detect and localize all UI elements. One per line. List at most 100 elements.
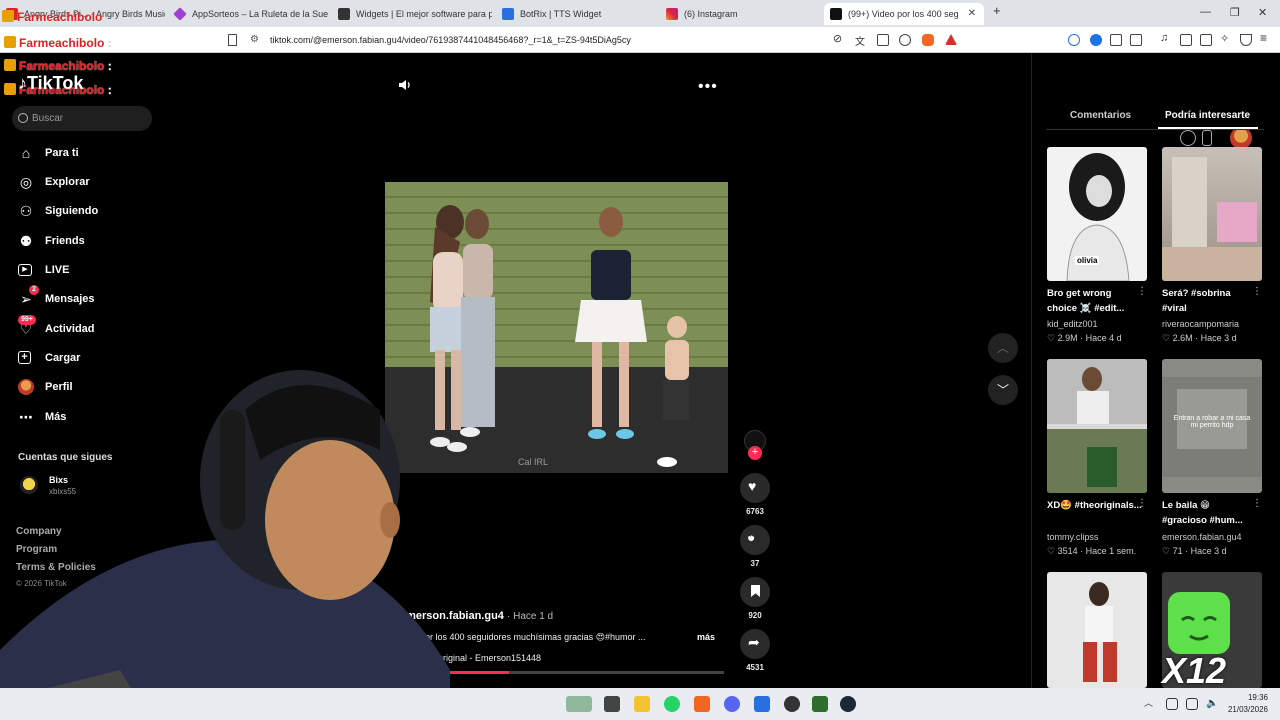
video-thumbnail[interactable]: olivia bbox=[1047, 147, 1147, 281]
card-options-icon[interactable]: ⋮ bbox=[1137, 498, 1147, 509]
minimize-icon[interactable]: — bbox=[1200, 6, 1211, 18]
comment-button[interactable]: ● ••• 37 bbox=[738, 525, 772, 568]
file-explorer-icon[interactable] bbox=[634, 696, 650, 712]
vpn-icon[interactable] bbox=[1240, 34, 1252, 46]
media-icon[interactable]: ♫ bbox=[1160, 32, 1172, 44]
wallet-icon[interactable] bbox=[1200, 34, 1212, 46]
video-progress-bar[interactable] bbox=[448, 671, 724, 674]
card-title[interactable]: XD🤩 #theoriginals... bbox=[1047, 498, 1142, 513]
terminal-icon[interactable] bbox=[812, 696, 828, 712]
volume-tray-icon[interactable]: 🔈 bbox=[1206, 698, 1218, 710]
comment-icon[interactable]: ● ••• bbox=[740, 525, 770, 555]
show-hidden-icons[interactable]: ︿ bbox=[1144, 696, 1154, 712]
more-description-button[interactable]: más bbox=[697, 632, 715, 642]
maximize-icon[interactable]: ❐ bbox=[1230, 6, 1240, 19]
brave-browser-icon[interactable] bbox=[694, 696, 710, 712]
share-arrow-icon[interactable]: ➦ bbox=[740, 629, 770, 659]
heart-icon[interactable]: ♥ bbox=[740, 473, 770, 503]
task-view-icon[interactable] bbox=[604, 696, 620, 712]
like-button[interactable]: ♥ 6763 bbox=[738, 473, 772, 516]
extensions-icon[interactable] bbox=[1110, 34, 1122, 46]
tab-instagram[interactable]: (6) Instagram bbox=[660, 3, 820, 25]
footer-terms-link[interactable]: Terms & Policies bbox=[16, 562, 96, 573]
previous-video-button[interactable]: ︿ bbox=[988, 333, 1018, 363]
card-author[interactable]: emerson.fabian.gu4 bbox=[1162, 532, 1242, 542]
bookmark-icon[interactable] bbox=[228, 34, 237, 46]
save-button[interactable]: 920 bbox=[738, 577, 772, 620]
reader-off-icon[interactable]: ⊘ bbox=[833, 32, 845, 45]
site-settings-icon[interactable]: ⚙ bbox=[250, 30, 259, 50]
leo-ai-icon[interactable]: ✧ bbox=[1220, 32, 1232, 45]
bookmark-icon[interactable] bbox=[740, 577, 770, 607]
avatar[interactable] bbox=[1230, 127, 1252, 149]
nav-item-mensajes[interactable]: ➢ 2 Mensajes bbox=[18, 285, 95, 310]
extension-blue-icon[interactable] bbox=[1090, 34, 1102, 46]
nav-item-mas[interactable]: ⋯ Más bbox=[18, 406, 66, 428]
device-icon[interactable] bbox=[1202, 130, 1212, 146]
whatsapp-icon[interactable] bbox=[664, 696, 680, 712]
tab-botrix[interactable]: BotRix | TTS Widget bbox=[496, 3, 656, 25]
close-window-icon[interactable]: ✕ bbox=[1258, 6, 1267, 19]
video-music[interactable]: original - Emerson151448 bbox=[438, 653, 541, 663]
network-icon[interactable] bbox=[1166, 698, 1178, 710]
card-title[interactable]: Le baila 😁 #gracioso #hum... bbox=[1162, 498, 1257, 528]
share-icon[interactable] bbox=[899, 34, 911, 46]
following-account-name[interactable]: Bixs bbox=[49, 475, 68, 485]
avatar[interactable] bbox=[20, 476, 38, 494]
tab-widgets[interactable]: Widgets | El mejor software para pot bbox=[332, 3, 492, 25]
sidebar-toggle-icon[interactable] bbox=[1180, 34, 1192, 46]
discord-icon[interactable] bbox=[724, 696, 740, 712]
video-thumbnail[interactable] bbox=[1047, 359, 1147, 493]
card-author[interactable]: kid_editz001 bbox=[1047, 319, 1098, 329]
tab-comentarios[interactable]: Comentarios bbox=[1070, 110, 1131, 121]
cast-icon[interactable] bbox=[877, 34, 889, 46]
menu-icon[interactable]: ≡ bbox=[1260, 31, 1272, 45]
extension-box-icon[interactable] bbox=[1130, 34, 1142, 46]
share-button[interactable]: ➦ 4531 bbox=[738, 629, 772, 672]
nav-item-perfil[interactable]: Perfil bbox=[18, 376, 73, 398]
video-thumbnail[interactable] bbox=[1047, 572, 1147, 688]
card-title[interactable]: Bro get wrong choice ☠️ #edit... bbox=[1047, 286, 1142, 316]
volume-icon[interactable] bbox=[398, 78, 412, 92]
widgets-weather-icon[interactable] bbox=[566, 696, 592, 712]
brave-rewards-icon[interactable] bbox=[945, 34, 957, 45]
taskbar-clock[interactable]: 19:36 21/03/2026 bbox=[1228, 692, 1268, 716]
next-video-button[interactable]: ﹀ bbox=[988, 375, 1018, 405]
search-input[interactable]: Buscar bbox=[12, 106, 152, 131]
close-tab-icon[interactable]: ✕ bbox=[968, 3, 976, 25]
nav-item-friends[interactable]: ⚉ Friends bbox=[18, 230, 85, 252]
nav-item-cargar[interactable]: + Cargar bbox=[18, 347, 80, 369]
card-options-icon[interactable]: ⋮ bbox=[1252, 286, 1262, 297]
video-options-icon[interactable]: ••• bbox=[698, 78, 718, 96]
steam-icon[interactable] bbox=[840, 696, 856, 712]
video-thumbnail[interactable] bbox=[1162, 147, 1262, 281]
creator-avatar-button[interactable]: + bbox=[738, 430, 772, 460]
tab-podria-interesarte[interactable]: Podría interesarte bbox=[1165, 110, 1250, 121]
battery-icon[interactable] bbox=[1186, 698, 1198, 710]
obs-icon[interactable] bbox=[784, 696, 800, 712]
extension-audio-icon[interactable] bbox=[1068, 34, 1080, 46]
video-author[interactable]: emerson.fabian.gu4 · Hace 1 d bbox=[400, 610, 553, 622]
footer-company-link[interactable]: Company bbox=[16, 526, 62, 537]
new-tab-button[interactable]: + bbox=[993, 3, 1001, 18]
nav-item-explorar[interactable]: ◎ Explorar bbox=[18, 171, 90, 193]
video-player[interactable]: Cal IRL bbox=[385, 182, 728, 473]
card-title[interactable]: Será? #sobrina #viral bbox=[1162, 286, 1257, 316]
tab-tiktok-active[interactable]: (99+) Video por los 400 seguidores ✕ bbox=[824, 3, 984, 25]
tab-appsorteos[interactable]: AppSorteos – La Ruleta de la Suerte bbox=[168, 3, 328, 25]
notepad-icon[interactable] bbox=[754, 696, 770, 712]
card-options-icon[interactable]: ⋮ bbox=[1252, 498, 1262, 509]
nav-item-siguiendo[interactable]: ⚇ Siguiendo bbox=[18, 200, 98, 222]
brave-shield-icon[interactable] bbox=[922, 34, 934, 46]
card-author[interactable]: riveraocampomaria bbox=[1162, 319, 1239, 329]
nav-item-para-ti[interactable]: ⌂ Para ti bbox=[18, 142, 79, 164]
footer-program-link[interactable]: Program bbox=[16, 544, 57, 555]
card-author[interactable]: tommy.clipss bbox=[1047, 532, 1098, 542]
download-app-icon[interactable] bbox=[1180, 130, 1196, 146]
translate-icon[interactable]: 文 bbox=[855, 33, 867, 48]
tiktok-logo[interactable]: ♪TikTok bbox=[18, 73, 83, 94]
nav-item-live[interactable]: ▶ LIVE bbox=[18, 259, 69, 281]
video-thumbnail[interactable]: Entran a robar a mi casa mi perrito hdp bbox=[1162, 359, 1262, 493]
nav-item-actividad[interactable]: ♡ 99+ Actividad bbox=[18, 315, 95, 340]
follow-plus-icon[interactable]: + bbox=[748, 446, 762, 460]
